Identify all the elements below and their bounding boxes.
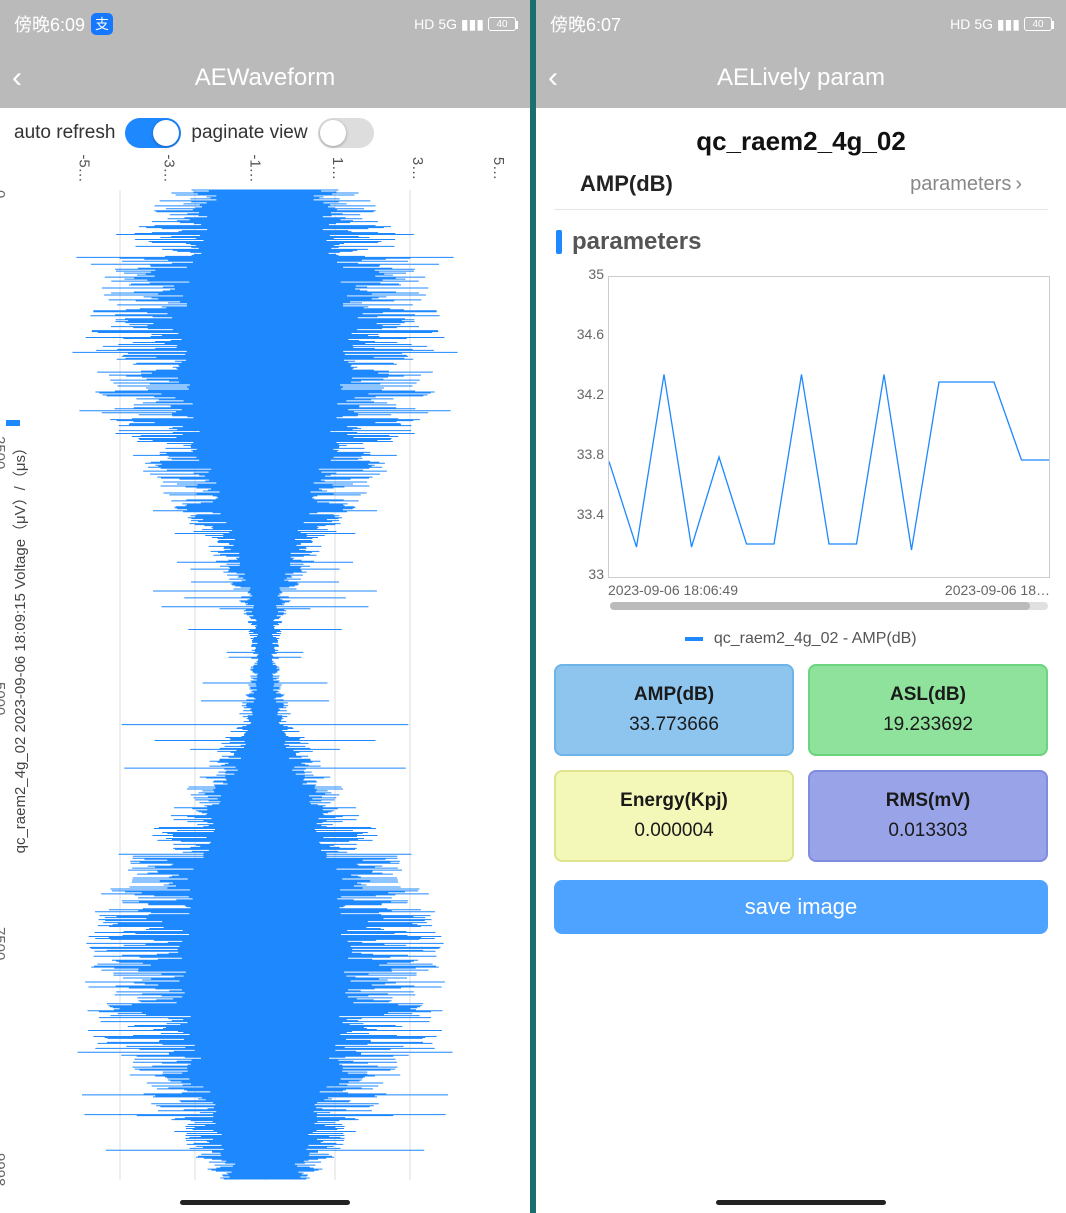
phone-right: 傍晚6:07 HD 5G ▮▮▮ 40 ‹ AELively param qc_…: [536, 0, 1066, 1213]
status-icons: HD 5G ▮▮▮ 40: [950, 16, 1052, 33]
battery-icon: 40: [1024, 17, 1052, 31]
paginate-label: paginate view: [191, 122, 307, 144]
waveform-plot: [0, 150, 530, 1210]
card-amp[interactable]: AMP(dB) 33.773666: [554, 664, 794, 756]
device-name: qc_raem2_4g_02: [536, 126, 1066, 157]
parameters-link[interactable]: parameters ›: [910, 173, 1022, 196]
param-cards: AMP(dB) 33.773666 ASL(dB) 19.233692 Ener…: [536, 648, 1066, 872]
card-key: ASL(dB): [814, 684, 1042, 706]
waveform-chart[interactable]: -5… -3… -1… 1… 3… 5… 0 2500 5000 7500 99…: [0, 150, 530, 1213]
save-image-button[interactable]: save image: [554, 880, 1048, 934]
x-tick: 2023-09-06 18:06:49: [608, 582, 738, 598]
card-key: RMS(mV): [814, 790, 1042, 812]
y-tick: 34.2: [577, 386, 604, 402]
chart-x-axis: 2023-09-06 18:06:49 2023-09-06 18…: [608, 582, 1050, 598]
parameters-link-label: parameters: [910, 173, 1011, 196]
section-title: parameters: [572, 228, 701, 256]
card-value: 0.000004: [560, 820, 788, 842]
section-accent-bar: [556, 230, 562, 254]
status-icons: HD 5G ▮▮▮ 40: [414, 16, 516, 33]
selected-param: AMP(dB): [580, 171, 673, 197]
y-tick: 34.6: [577, 326, 604, 342]
x-tick: 2023-09-06 18…: [945, 582, 1050, 598]
chevron-right-icon: ›: [1015, 173, 1022, 196]
param-selector-row[interactable]: AMP(dB) parameters ›: [554, 171, 1048, 210]
status-bar: 傍晚6:09 支 HD 5G ▮▮▮ 40: [0, 0, 530, 48]
y-tick: 33.4: [577, 506, 604, 522]
chart-y-axis: 35 34.6 34.2 33.8 33.4 33: [552, 268, 604, 583]
chart-line: [609, 277, 1049, 577]
nav-bar: ‹ AEWaveform: [0, 48, 530, 108]
signal-5g-icon: 5G ▮▮▮: [974, 16, 1020, 33]
toolbar: auto refresh paginate view: [0, 108, 530, 154]
card-rms[interactable]: RMS(mV) 0.013303: [808, 770, 1048, 862]
page-title: AELively param: [548, 64, 1054, 92]
chart-plot-area: [608, 276, 1050, 578]
y-tick: 33.8: [577, 446, 604, 462]
line-chart[interactable]: 35 34.6 34.2 33.8 33.4 33 2023-09-06 18:…: [546, 268, 1056, 628]
phone-left: 傍晚6:09 支 HD 5G ▮▮▮ 40 ‹ AEWaveform auto …: [0, 0, 530, 1213]
alipay-icon: 支: [91, 13, 113, 35]
card-key: Energy(Kpj): [560, 790, 788, 812]
home-indicator[interactable]: [716, 1200, 886, 1205]
battery-icon: 40: [488, 17, 516, 31]
auto-refresh-label: auto refresh: [14, 122, 115, 144]
status-bar: 傍晚6:07 HD 5G ▮▮▮ 40: [536, 0, 1066, 48]
hd-icon: HD: [414, 16, 434, 32]
card-value: 0.013303: [814, 820, 1042, 842]
signal-5g-icon: 5G ▮▮▮: [438, 16, 484, 33]
card-energy[interactable]: Energy(Kpj) 0.000004: [554, 770, 794, 862]
nav-bar: ‹ AELively param: [536, 48, 1066, 108]
hd-icon: HD: [950, 16, 970, 32]
status-time: 傍晚6:07: [550, 11, 621, 37]
legend-swatch: [685, 637, 703, 641]
paginate-toggle[interactable]: [318, 118, 374, 148]
y-tick: 33: [588, 566, 604, 582]
page-title: AEWaveform: [12, 64, 518, 92]
y-tick: 35: [588, 266, 604, 282]
chart-legend: qc_raem2_4g_02 - AMP(dB): [536, 630, 1066, 648]
auto-refresh-toggle[interactable]: [125, 118, 181, 148]
legend-label: qc_raem2_4g_02 - AMP(dB): [714, 630, 917, 647]
chart-scrollbar[interactable]: [610, 602, 1048, 610]
status-time: 傍晚6:09: [14, 11, 85, 37]
card-value: 33.773666: [560, 714, 788, 736]
card-value: 19.233692: [814, 714, 1042, 736]
section-header: parameters: [536, 210, 1066, 264]
home-indicator[interactable]: [180, 1200, 350, 1205]
card-key: AMP(dB): [560, 684, 788, 706]
card-asl[interactable]: ASL(dB) 19.233692: [808, 664, 1048, 756]
